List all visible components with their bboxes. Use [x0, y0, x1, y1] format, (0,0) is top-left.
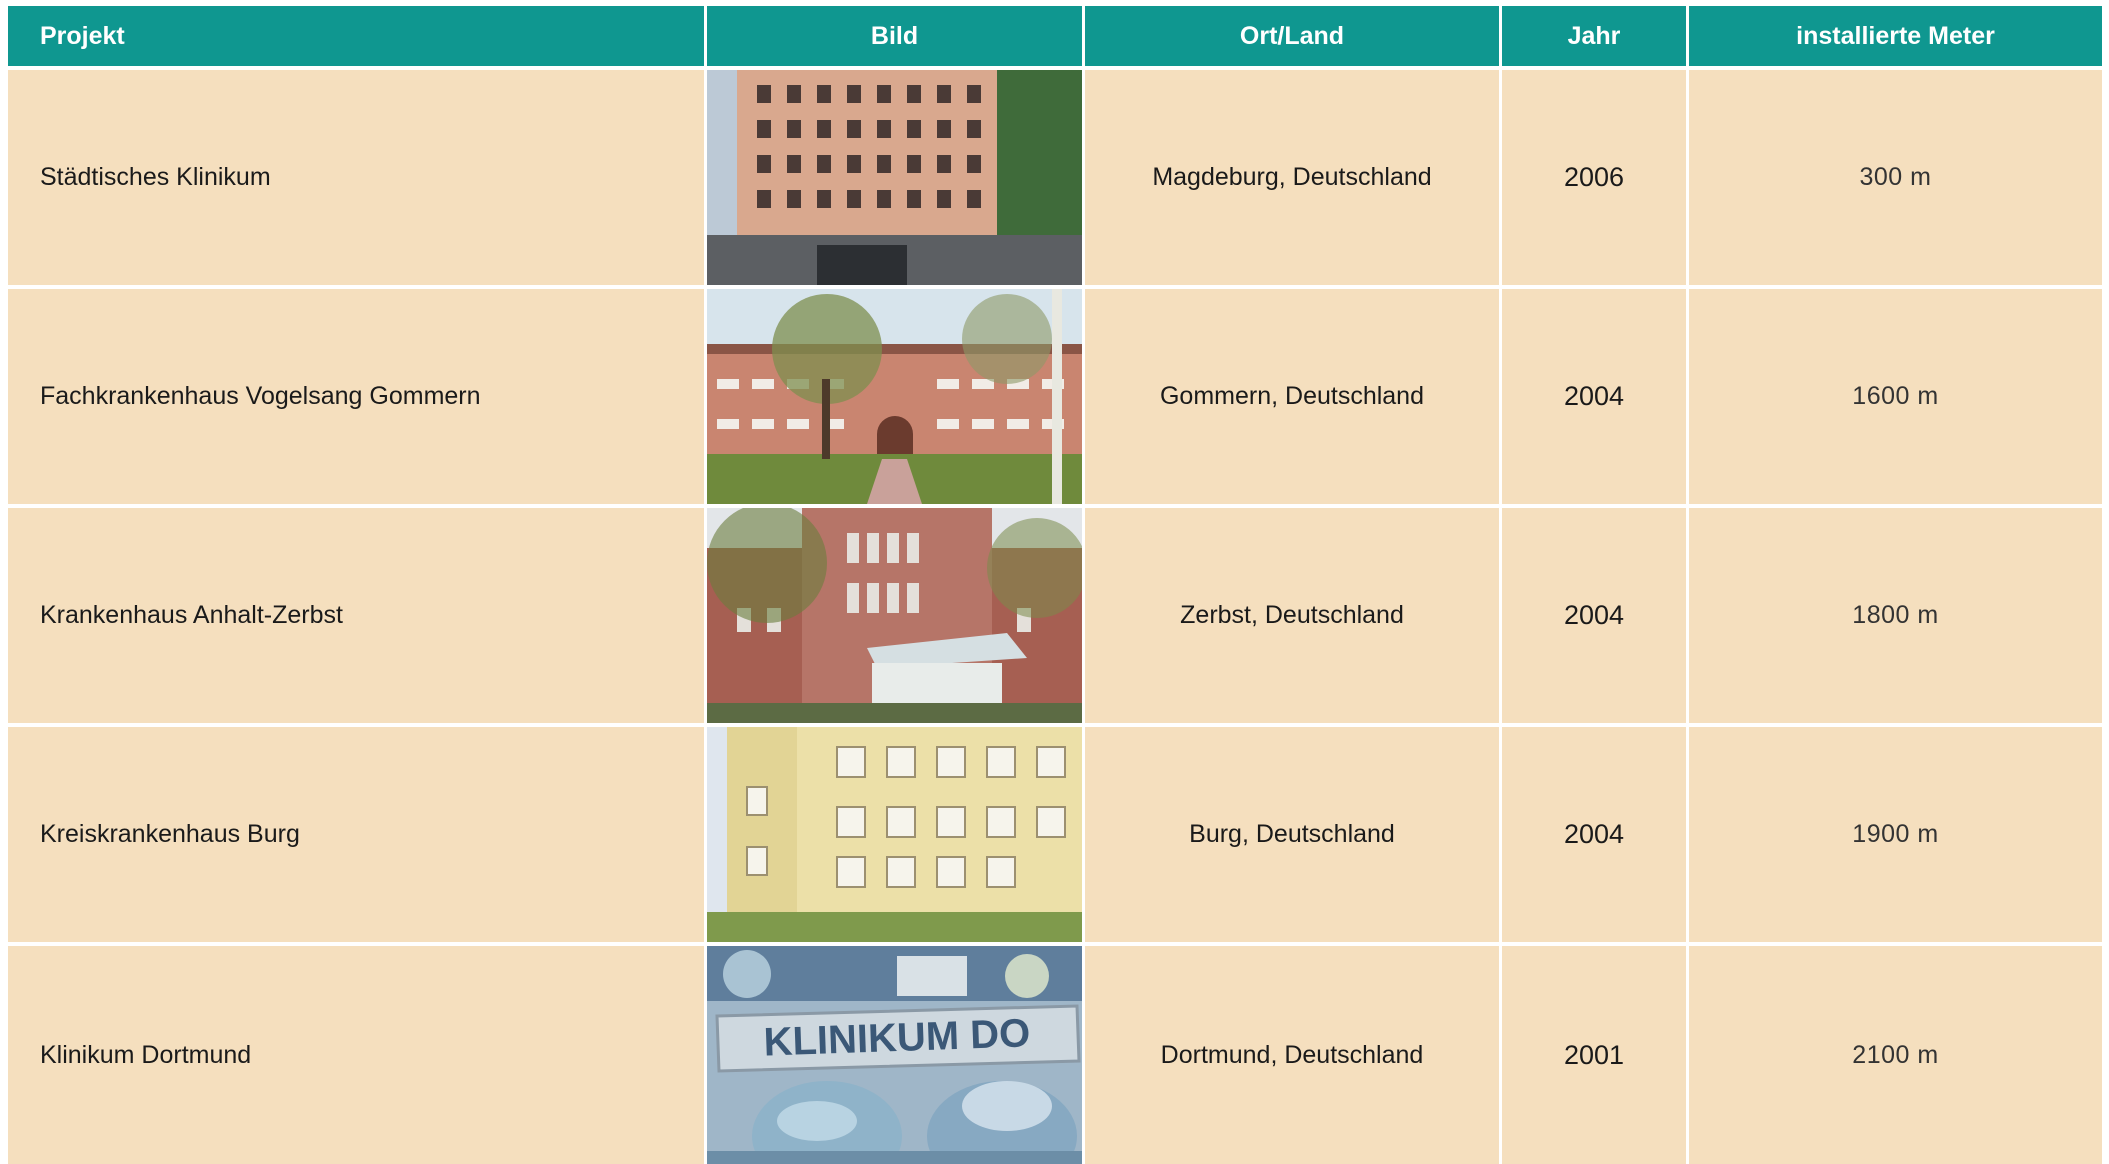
- cell-meter: 1600 m: [1689, 289, 2102, 504]
- cell-meter: 300 m: [1689, 70, 2102, 285]
- cell-meter: 1900 m: [1689, 727, 2102, 942]
- table-row: Klinikum Dortmund KLINIKUM DO Dortmund, …: [8, 946, 2102, 1164]
- table-row: Städtisches Klinikum Magdeburg, Deutschl…: [8, 70, 2102, 285]
- header-ort: Ort/Land: [1085, 6, 1499, 66]
- cell-projekt: Fachkrankenhaus Vogelsang Gommern: [8, 289, 704, 504]
- cell-projekt: Kreiskrankenhaus Burg: [8, 727, 704, 942]
- cell-bild: [707, 289, 1082, 504]
- cell-bild: [707, 508, 1082, 723]
- cell-jahr: 2004: [1502, 508, 1686, 723]
- hospital-building-photo: [707, 70, 1082, 285]
- cell-bild: KLINIKUM DO: [707, 946, 1082, 1164]
- cell-bild: [707, 727, 1082, 942]
- cell-meter: 2100 m: [1689, 946, 2102, 1164]
- header-meter: installierte Meter: [1689, 6, 2102, 66]
- table-row: Kreiskrankenhaus Burg Burg, Deutschland …: [8, 727, 2102, 942]
- hospital-staff-photo: KLINIKUM DO: [707, 946, 1082, 1164]
- cell-projekt: Städtisches Klinikum: [8, 70, 704, 285]
- cell-meter: 1800 m: [1689, 508, 2102, 723]
- table-header: Projekt Bild Ort/Land Jahr installierte …: [8, 6, 2102, 66]
- table-row: Fachkrankenhaus Vogelsang Gommern Gommer…: [8, 289, 2102, 504]
- hospital-building-photo: [707, 289, 1082, 504]
- header-projekt: Projekt: [8, 6, 704, 66]
- klinikum-sign: KLINIKUM DO: [763, 1011, 1031, 1064]
- cell-jahr: 2004: [1502, 727, 1686, 942]
- cell-ort: Burg, Deutschland: [1085, 727, 1499, 942]
- cell-ort: Gommern, Deutschland: [1085, 289, 1499, 504]
- cell-ort: Zerbst, Deutschland: [1085, 508, 1499, 723]
- cell-jahr: 2001: [1502, 946, 1686, 1164]
- cell-jahr: 2004: [1502, 289, 1686, 504]
- cell-ort: Dortmund, Deutschland: [1085, 946, 1499, 1164]
- cell-jahr: 2006: [1502, 70, 1686, 285]
- cell-projekt: Klinikum Dortmund: [8, 946, 704, 1164]
- header-bild: Bild: [707, 6, 1082, 66]
- cell-ort: Magdeburg, Deutschland: [1085, 70, 1499, 285]
- header-jahr: Jahr: [1502, 6, 1686, 66]
- hospital-building-photo: [707, 508, 1082, 723]
- table-row: Krankenhaus Anhalt-Zerbst Zerbst, Deutsc…: [8, 508, 2102, 723]
- cell-bild: [707, 70, 1082, 285]
- cell-projekt: Krankenhaus Anhalt-Zerbst: [8, 508, 704, 723]
- hospital-building-photo: [707, 727, 1082, 942]
